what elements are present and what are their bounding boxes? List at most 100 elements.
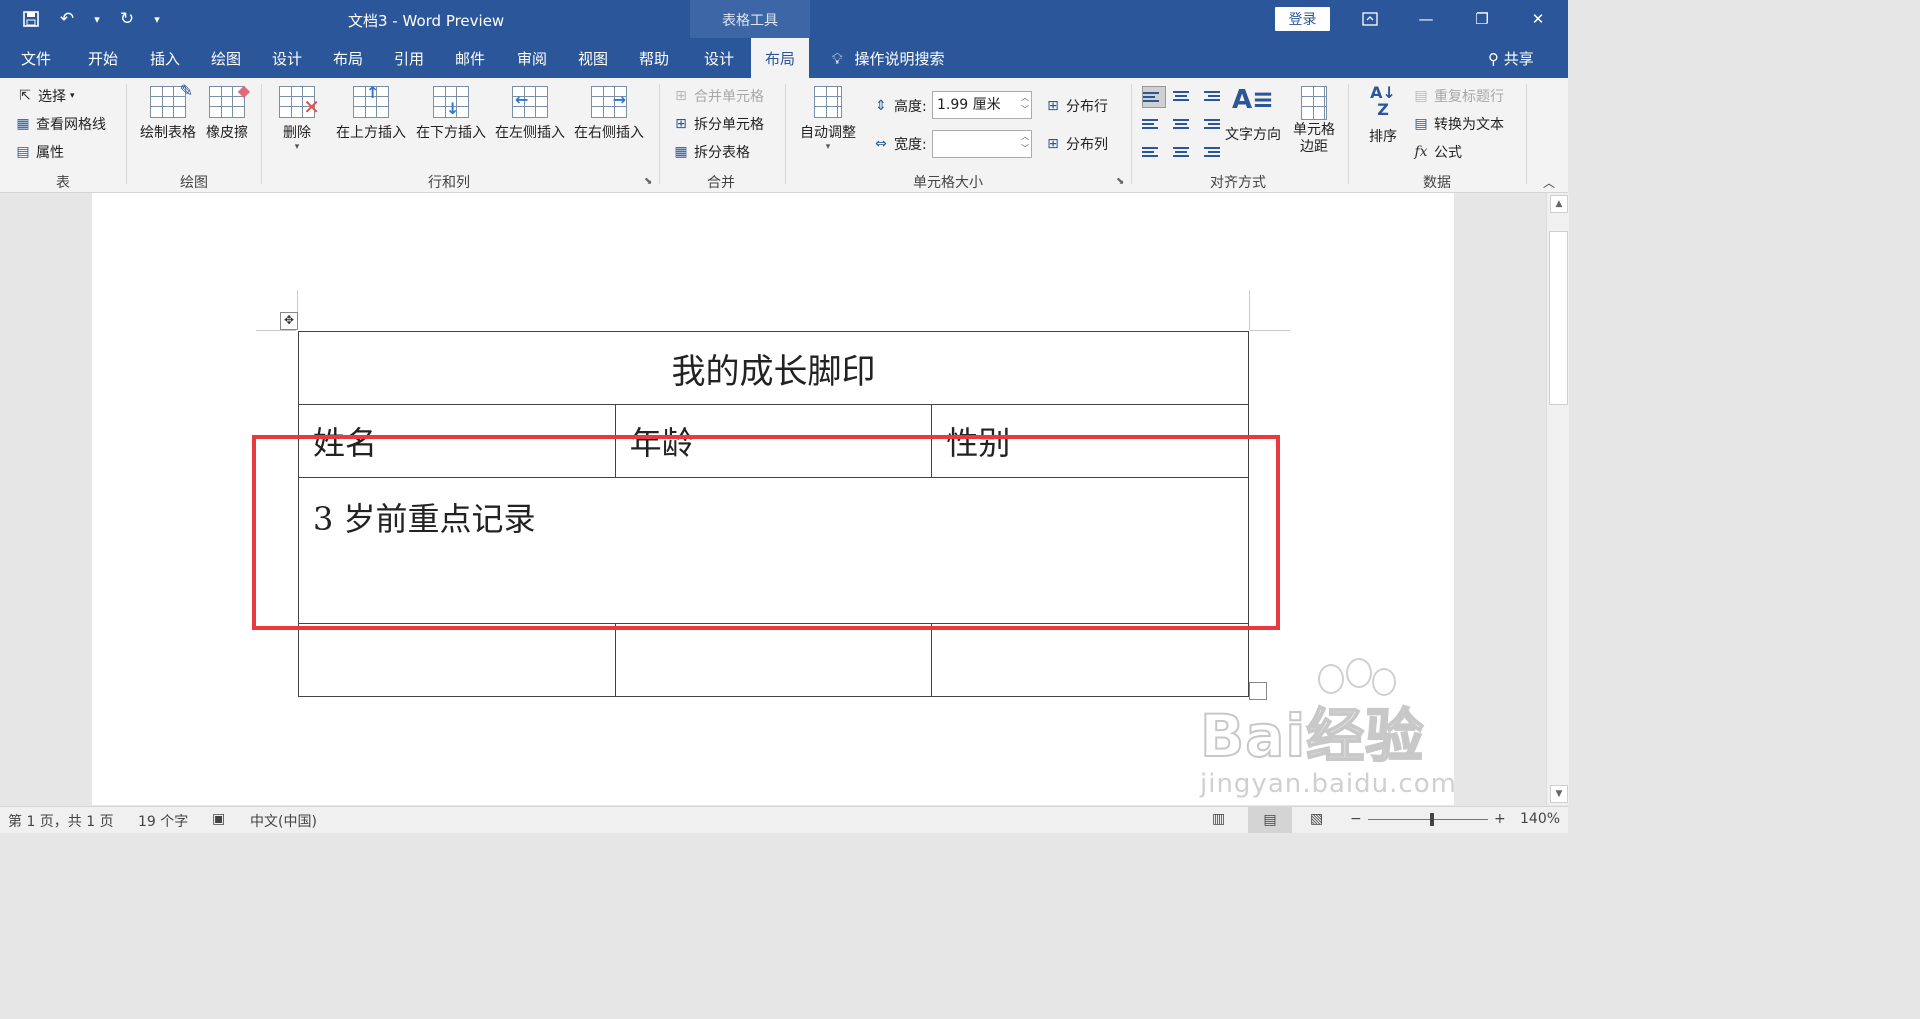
tab-draw[interactable]: 绘图: [199, 38, 253, 78]
language[interactable]: 中文(中国): [250, 811, 317, 831]
col-width-input[interactable]: ︿ ﹀: [932, 130, 1032, 158]
lightbulb-icon: 💡︎: [832, 50, 843, 68]
customize-qat-icon[interactable]: ▾: [150, 6, 164, 32]
rows-cols-dialog-launcher-icon[interactable]: ⬊: [644, 176, 652, 187]
tab-layout[interactable]: 布局: [321, 38, 375, 78]
tab-table-layout[interactable]: 布局: [751, 38, 809, 78]
scroll-down-icon[interactable]: ▼: [1550, 785, 1568, 803]
row-height-input[interactable]: 1.99 厘米 ︿ ﹀: [932, 91, 1032, 119]
split-cells-label: 拆分单元格: [694, 117, 764, 133]
align-middle-center-icon[interactable]: [1170, 114, 1192, 134]
cell-margins-label-1: 单元格: [1293, 122, 1335, 138]
draw-table-button[interactable]: ✎ 绘制表格: [136, 81, 200, 142]
table-resize-handle[interactable]: [1249, 682, 1267, 700]
distribute-rows-button[interactable]: ⊞ 分布行: [1044, 96, 1108, 116]
spinner-icon[interactable]: ︿ ﹀: [1021, 92, 1029, 116]
page-count[interactable]: 第 1 页，共 1 页: [8, 811, 114, 831]
align-middle-right-icon[interactable]: [1198, 114, 1220, 134]
tab-file[interactable]: 文件: [10, 38, 62, 78]
insert-below-button[interactable]: ↓ 在下方插入: [412, 84, 490, 142]
group-separator: [126, 84, 127, 184]
split-cells-button[interactable]: ⊞ 拆分单元格: [672, 114, 764, 134]
empty-cell[interactable]: [931, 623, 1249, 697]
tab-mailings[interactable]: 邮件: [443, 38, 497, 78]
print-layout-icon[interactable]: ▤: [1248, 807, 1292, 833]
tab-view[interactable]: 视图: [566, 38, 620, 78]
read-mode-icon[interactable]: ▥: [1212, 811, 1225, 827]
redo-icon[interactable]: ↻: [114, 6, 140, 32]
zoom-slider[interactable]: [1368, 819, 1488, 820]
align-top-center-icon[interactable]: [1170, 86, 1192, 106]
autofit-button[interactable]: 自动调整 ▾: [796, 84, 860, 152]
tab-home[interactable]: 开始: [76, 38, 130, 78]
ribbon-display-options-icon[interactable]: [1342, 0, 1398, 38]
insert-left-label: 在左侧插入: [495, 125, 565, 141]
proofing-icon[interactable]: ▣: [212, 811, 225, 827]
align-bottom-right-icon[interactable]: [1198, 142, 1220, 162]
zoom-in-icon[interactable]: +: [1494, 811, 1506, 827]
select-button[interactable]: ⇱ 选择 ▾: [16, 86, 74, 106]
text-direction-button[interactable]: A≡ 文字方向: [1222, 82, 1284, 144]
formula-button[interactable]: fx 公式: [1412, 142, 1462, 162]
table-move-handle-icon[interactable]: ✥: [280, 312, 298, 330]
split-table-label: 拆分表格: [694, 145, 750, 161]
close-icon[interactable]: ✕: [1510, 0, 1566, 38]
eraser-button[interactable]: ◆ 橡皮擦: [202, 81, 252, 142]
scroll-up-icon[interactable]: ▲: [1550, 195, 1568, 213]
tab-insert[interactable]: 插入: [138, 38, 192, 78]
tab-references[interactable]: 引用: [382, 38, 436, 78]
undo-icon[interactable]: ↶: [54, 6, 80, 32]
spinner-icon[interactable]: ︿ ﹀: [1021, 131, 1029, 155]
insert-above-label: 在上方插入: [336, 125, 406, 141]
zoom-out-icon[interactable]: −: [1350, 811, 1362, 827]
view-gridlines-button[interactable]: ▦ 查看网格线: [14, 114, 106, 134]
view-gridlines-label: 查看网格线: [36, 117, 106, 133]
undo-dropdown-icon[interactable]: ▾: [90, 6, 104, 32]
minimize-icon[interactable]: —: [1398, 0, 1454, 38]
insert-above-button[interactable]: ↑ 在上方插入: [332, 83, 410, 142]
split-table-button[interactable]: ▦ 拆分表格: [672, 142, 750, 162]
sort-button[interactable]: A↓ Z 排序: [1360, 84, 1406, 146]
login-button[interactable]: 登录: [1275, 7, 1330, 31]
restore-icon[interactable]: ❐: [1454, 0, 1510, 38]
scroll-thumb[interactable]: [1549, 231, 1568, 405]
insert-left-button[interactable]: ← 在左侧插入: [491, 84, 569, 142]
empty-cell[interactable]: [614, 623, 933, 697]
align-top-left-icon[interactable]: [1142, 86, 1166, 108]
repeat-header-rows-button[interactable]: ▤ 重复标题行: [1412, 86, 1504, 106]
group-label-cell-size: 单元格大小: [913, 175, 983, 191]
collapse-ribbon-icon[interactable]: ︿: [1543, 174, 1555, 191]
web-layout-icon[interactable]: ▧: [1310, 811, 1323, 827]
merge-cells-icon: ⊞: [675, 88, 687, 104]
cell-size-dialog-launcher-icon[interactable]: ⬊: [1116, 176, 1124, 187]
properties-button[interactable]: ▤ 属性: [14, 142, 64, 162]
table-title-cell[interactable]: 我的成长脚印: [298, 331, 1249, 405]
delete-button[interactable]: ✕ 删除 ▾: [274, 84, 320, 152]
align-bottom-center-icon[interactable]: [1170, 142, 1192, 162]
cell-margins-button[interactable]: 单元格 边距: [1288, 84, 1340, 156]
empty-cell[interactable]: [298, 623, 616, 697]
zoom-level[interactable]: 140%: [1520, 811, 1560, 827]
align-top-right-icon[interactable]: [1198, 86, 1220, 106]
vertical-scrollbar[interactable]: ▲ ▼: [1546, 193, 1569, 805]
tab-table-design[interactable]: 设计: [691, 38, 747, 78]
save-icon[interactable]: [18, 6, 44, 32]
zoom-slider-thumb[interactable]: [1430, 813, 1434, 826]
align-bottom-left-icon[interactable]: [1142, 142, 1164, 162]
convert-to-text-button[interactable]: ▤ 转换为文本: [1412, 114, 1504, 134]
insert-below-icon: ↓: [433, 86, 469, 118]
tab-review[interactable]: 审阅: [505, 38, 559, 78]
word-count[interactable]: 19 个字: [138, 811, 188, 831]
merge-cells-button[interactable]: ⊞ 合并单元格: [672, 86, 764, 106]
delete-label: 删除: [283, 125, 311, 141]
align-middle-left-icon[interactable]: [1142, 114, 1164, 134]
tell-me-search[interactable]: 💡︎ 操作说明搜索: [832, 38, 945, 78]
select-label: 选择: [38, 89, 66, 105]
insert-right-button[interactable]: → 在右侧插入: [570, 84, 648, 142]
share-button[interactable]: ⚲ 共享: [1488, 38, 1534, 78]
eraser-label: 橡皮擦: [206, 125, 248, 141]
tab-design[interactable]: 设计: [260, 38, 314, 78]
group-label-rows-cols: 行和列: [428, 175, 470, 191]
distribute-cols-button[interactable]: ⊞ 分布列: [1044, 134, 1108, 154]
tab-help[interactable]: 帮助: [627, 38, 681, 78]
